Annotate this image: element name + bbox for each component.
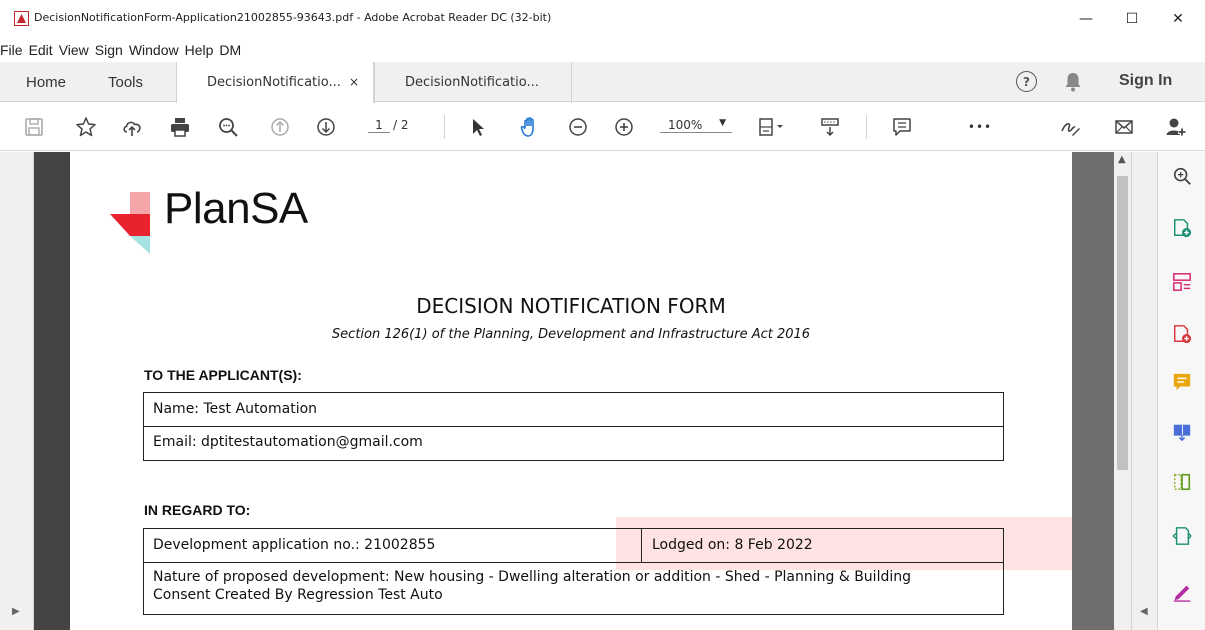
plansa-logo-text: PlanSA — [164, 184, 308, 233]
expand-left-pane-icon[interactable]: ▶ — [12, 606, 20, 617]
document-viewport[interactable]: ▶ PlanSA DECISION NOTIFICATION FORM Sect… — [0, 152, 1157, 630]
scroll-up-arrow-icon[interactable]: ▲ — [1118, 154, 1126, 165]
combine-files-icon[interactable] — [1170, 420, 1194, 444]
regard-heading: IN REGARD TO: — [144, 502, 251, 518]
tab-bar: Home Tools DecisionNotificatio... × Deci… — [0, 62, 1205, 103]
toolbar-divider — [444, 115, 445, 139]
search-zoom-icon[interactable] — [216, 115, 240, 139]
application-number: Development application no.: 21002855 — [153, 537, 436, 553]
select-cursor-icon[interactable] — [466, 115, 490, 139]
nature-line-2: Consent Created By Regression Test Auto — [153, 587, 443, 603]
print-icon[interactable] — [168, 115, 192, 139]
more-tools-icon[interactable]: ••• — [968, 115, 992, 139]
form-subtitle: Section 126(1) of the Planning, Developm… — [331, 327, 811, 342]
form-title: DECISION NOTIFICATION FORM — [416, 294, 726, 318]
fit-page-icon[interactable] — [756, 115, 786, 139]
applicant-email-cell: Email: dptitestautomation@gmail.com — [143, 426, 1004, 461]
maximize-button[interactable]: ☐ — [1109, 0, 1155, 38]
title-bar: DecisionNotificationForm-Application2100… — [0, 0, 1205, 38]
menu-file[interactable]: File — [0, 42, 26, 58]
nature-line-1: Nature of proposed development: New hous… — [153, 569, 911, 585]
zoom-level-value: 100% — [668, 118, 703, 132]
email-envelope-icon[interactable] — [1112, 115, 1136, 139]
lodged-on-date: Lodged on: 8 Feb 2022 — [652, 537, 813, 553]
applicant-email: Email: dptitestautomation@gmail.com — [153, 434, 423, 450]
tab-home[interactable]: Home — [26, 62, 66, 102]
zoom-level-select[interactable]: 100% ▼ — [660, 118, 732, 133]
zoom-dropdown-caret-icon: ▼ — [719, 118, 726, 128]
next-page-icon[interactable] — [314, 115, 338, 139]
menu-bar: File Edit View Sign Window Help DM — [0, 38, 1205, 62]
comment-tool-icon[interactable] — [1170, 370, 1194, 394]
applicant-name: Name: Test Automation — [153, 401, 318, 417]
save-icon[interactable] — [22, 115, 46, 139]
menu-window[interactable]: Window — [126, 42, 182, 58]
zoom-out-icon[interactable] — [566, 115, 590, 139]
hand-tool-icon[interactable] — [518, 115, 542, 139]
application-no-cell: Development application no.: 21002855 — [143, 528, 642, 563]
applicant-heading: TO THE APPLICANT(S): — [144, 367, 302, 383]
applicant-name-cell: Name: Test Automation — [143, 392, 1004, 427]
toolbar-divider-2 — [866, 115, 867, 139]
page-number-input[interactable]: 1 — [368, 118, 390, 133]
fill-and-sign-icon[interactable] — [1170, 580, 1194, 604]
right-pane-toggle-strip: ◀ — [1131, 152, 1157, 630]
menu-edit[interactable]: Edit — [26, 42, 56, 58]
tab-document-2[interactable]: DecisionNotificatio... — [374, 62, 572, 103]
sign-document-icon[interactable] — [1058, 115, 1082, 139]
tab-document-label: DecisionNotificatio... — [207, 75, 341, 90]
upload-cloud-icon[interactable] — [120, 115, 144, 139]
scrollbar-thumb[interactable] — [1117, 176, 1128, 470]
vertical-scrollbar[interactable]: ▲ — [1114, 152, 1131, 630]
tools-pane — [1157, 152, 1205, 630]
left-navigation-strip: ▶ — [0, 152, 34, 630]
organize-pages-icon[interactable] — [1170, 270, 1194, 294]
close-button[interactable]: ✕ — [1155, 0, 1201, 38]
nature-of-development-cell: Nature of proposed development: New hous… — [143, 562, 1004, 615]
zoom-search-icon[interactable] — [1170, 164, 1194, 188]
acrobat-app-icon — [14, 11, 29, 26]
menu-help[interactable]: Help — [182, 42, 217, 58]
export-pdf-icon[interactable] — [1170, 322, 1194, 346]
main-toolbar: 1 / 2 100% ▼ ••• — [0, 103, 1205, 151]
tab-document-active[interactable]: DecisionNotificatio... × — [176, 62, 374, 103]
document-gutter — [1072, 152, 1114, 630]
collapse-right-pane-icon[interactable]: ◀ — [1140, 606, 1148, 617]
minimize-button[interactable]: — — [1063, 0, 1109, 38]
window-title: DecisionNotificationForm-Application2100… — [34, 11, 552, 24]
menu-view[interactable]: View — [56, 42, 92, 58]
menu-dm[interactable]: DM — [216, 42, 244, 58]
previous-page-icon[interactable] — [268, 115, 292, 139]
scrolling-mode-icon[interactable] — [818, 115, 842, 139]
create-pdf-icon[interactable] — [1170, 216, 1194, 240]
menu-sign[interactable]: Sign — [92, 42, 126, 58]
comment-icon[interactable] — [890, 115, 914, 139]
compress-pdf-icon[interactable] — [1170, 470, 1194, 494]
notifications-bell-icon[interactable] — [1064, 72, 1082, 92]
lodged-on-cell: Lodged on: 8 Feb 2022 — [641, 528, 1004, 563]
share-user-icon[interactable] — [1164, 115, 1188, 139]
help-icon[interactable]: ? — [1016, 71, 1037, 92]
send-for-comments-icon[interactable] — [1170, 524, 1194, 548]
zoom-in-icon[interactable] — [612, 115, 636, 139]
bookmark-star-icon[interactable] — [74, 115, 98, 139]
tab-document-2-label: DecisionNotificatio... — [405, 75, 539, 90]
sign-in-button[interactable]: Sign In — [1119, 72, 1172, 90]
pdf-page: PlanSA DECISION NOTIFICATION FORM Sectio… — [70, 152, 1072, 630]
tab-tools[interactable]: Tools — [108, 62, 143, 102]
tab-close-icon[interactable]: × — [349, 75, 359, 89]
page-total-label: / 2 — [393, 118, 409, 132]
plansa-logo-mark-icon — [110, 192, 150, 254]
